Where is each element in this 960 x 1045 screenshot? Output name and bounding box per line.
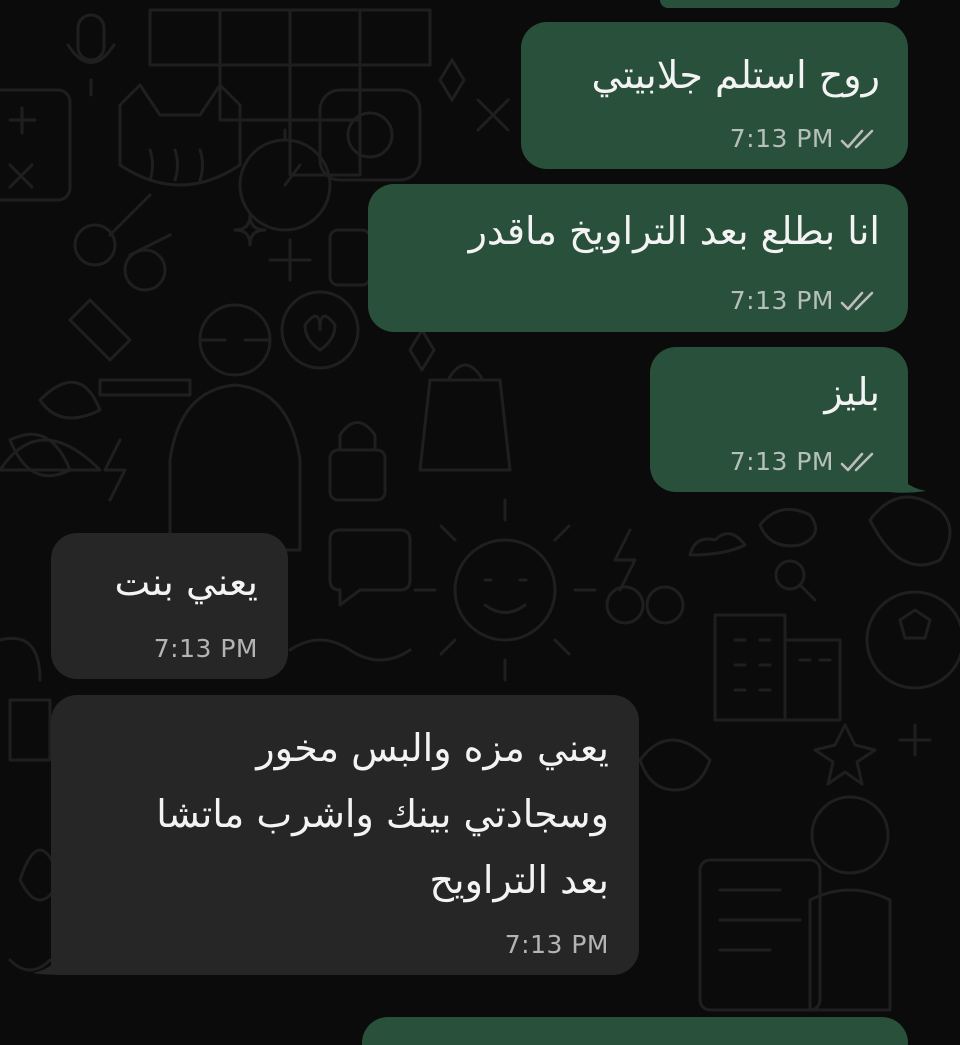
outgoing-message[interactable]: بليز 7:13 PM: [650, 347, 908, 492]
outgoing-message[interactable]: [660, 0, 900, 8]
message-time: 7:13 PM: [729, 447, 834, 476]
incoming-message[interactable]: يعني مزه والبس مخور وسجادتي بينك واشرب م…: [51, 695, 639, 975]
read-double-check-icon: [840, 452, 874, 471]
message-line: وسجادتي بينك واشرب ماتشا: [156, 792, 609, 836]
message-meta: 7:13 PM: [730, 286, 880, 315]
message-line: بعد التراويح: [429, 858, 609, 902]
message-time: 7:13 PM: [153, 634, 258, 663]
read-double-check-icon: [840, 291, 874, 310]
message-meta: 7:13 PM: [730, 124, 880, 153]
message-text: يعني بنت: [114, 560, 258, 604]
outgoing-message[interactable]: روح استلم جلابيتي 7:13 PM: [521, 22, 908, 169]
bubble-tail: [32, 944, 68, 975]
read-double-check-icon: [840, 129, 874, 148]
chat-area: روح استلم جلابيتي 7:13 PM انا بطلع بعد ا…: [0, 0, 960, 1045]
outgoing-message[interactable]: انا بطلع بعد التراويخ ماقدر 7:13 PM: [368, 184, 908, 332]
outgoing-message[interactable]: [362, 1017, 908, 1045]
message-meta: 7:13 PM: [730, 447, 880, 476]
message-time: 7:13 PM: [729, 124, 834, 153]
message-meta: 7:13 PM: [505, 930, 609, 959]
message-text: روح استلم جلابيتي: [591, 53, 880, 97]
message-text: بليز: [824, 370, 880, 414]
bubble-tail: [890, 462, 926, 493]
message-line: يعني مزه والبس مخور: [256, 726, 609, 770]
message-time: 7:13 PM: [504, 930, 609, 959]
message-meta: 7:13 PM: [154, 634, 258, 663]
message-text: يعني مزه والبس مخور وسجادتي بينك واشرب م…: [156, 715, 609, 913]
incoming-message[interactable]: يعني بنت 7:13 PM: [51, 533, 288, 679]
message-time: 7:13 PM: [729, 286, 834, 315]
message-text: انا بطلع بعد التراويخ ماقدر: [468, 209, 880, 253]
